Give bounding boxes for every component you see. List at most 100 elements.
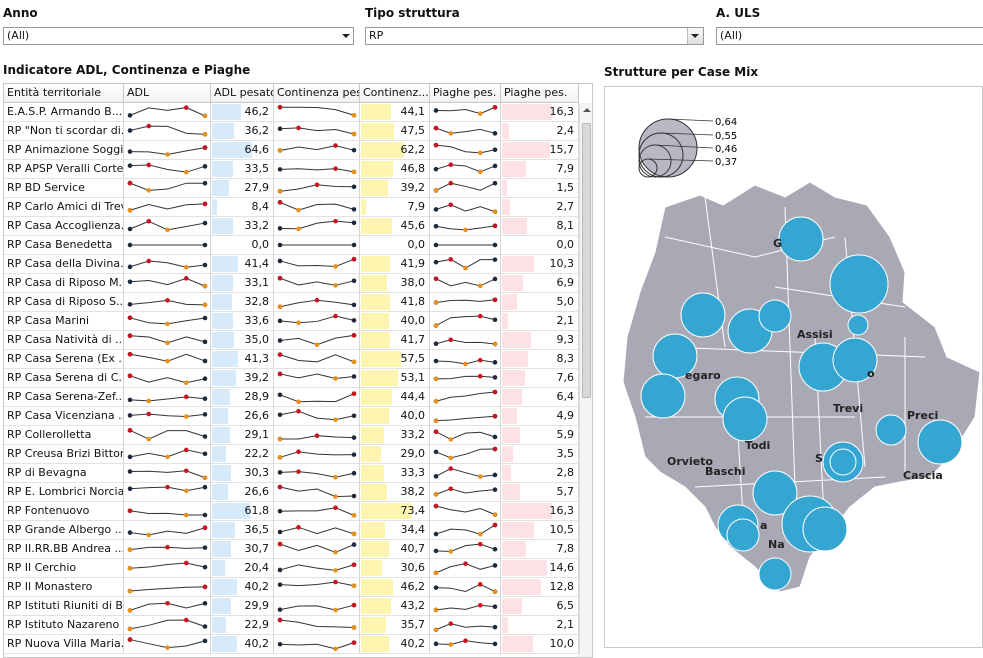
table-row[interactable]: RP II.RR.BB Andrea ... 30,7 40,7 7,8 xyxy=(4,540,579,559)
filter-anno-dropdown[interactable]: (All) xyxy=(3,27,354,45)
table-row[interactable]: E.A.S.P. Armando B... 46,2 44,1 16,3 xyxy=(4,103,579,122)
row-value-piag: 15,7 xyxy=(501,141,579,160)
legend-value: 0,46 xyxy=(715,144,737,155)
table-row[interactable]: RP Casa della Divina... 41,4 41,9 10,3 xyxy=(4,255,579,274)
table-row[interactable]: RP Casa Marini 33,6 40,0 2,1 xyxy=(4,312,579,331)
table-row[interactable]: RP APSP Veralli Cortesi 33,5 46,8 7,9 xyxy=(4,160,579,179)
column-header-4[interactable]: Continenz... xyxy=(360,84,430,103)
sparkline-point xyxy=(202,638,208,644)
row-sparkline-piag xyxy=(430,312,501,331)
sparkline-point xyxy=(448,466,454,471)
sparkline-point xyxy=(202,601,208,606)
structure-bubble[interactable] xyxy=(917,419,963,465)
row-entity-name: RP Fontenuovo xyxy=(4,502,124,521)
umbria-map-svg[interactable]: GAssisioegaroTreviPreciTodiOrvietoBaschi… xyxy=(605,87,983,648)
table-row[interactable]: RP Casa Natività di ... 35,0 41,7 9,3 xyxy=(4,331,579,350)
table-row[interactable]: RP Casa Benedetta 0,0 0,0 0,0 xyxy=(4,236,579,255)
case-mix-map[interactable]: G Assisi o egaro Trevi Preci Todi Orvieto Baschi… xyxy=(604,86,983,648)
structure-bubble[interactable] xyxy=(640,373,686,419)
sparkline-point xyxy=(477,313,483,319)
table-row[interactable]: RP Casa Serena (Ex ... 41,3 57,5 8,3 xyxy=(4,350,579,369)
row-sparkline-adl xyxy=(124,464,211,483)
sparkline-point xyxy=(333,264,338,269)
indicator-table: Entità territoriale ADL ADL pesato Continen… xyxy=(3,83,593,658)
sparkline-point xyxy=(202,376,208,382)
table-row[interactable]: RP Casa Serena di C... 39,2 53,1 7,6 xyxy=(4,369,579,388)
table-row[interactable]: RP Istituti Riuniti di B... 29,9 43,2 6,5 xyxy=(4,597,579,616)
structure-bubble[interactable] xyxy=(680,292,726,338)
sparkline-point xyxy=(448,621,454,626)
row-sparkline-adl xyxy=(124,122,211,141)
structure-bubble[interactable] xyxy=(722,396,768,442)
value-bar xyxy=(502,636,533,652)
value-bar xyxy=(361,541,390,557)
row-value-cont: 35,7 xyxy=(360,616,430,635)
table-row[interactable]: RP di Bevagna 30,3 33,3 2,8 xyxy=(4,464,579,483)
sparkline-point xyxy=(433,627,439,633)
table-row[interactable]: RP Creusa Brizi Bittoni 22,2 29,0 3,5 xyxy=(4,445,579,464)
column-header-3[interactable]: Continenza pes. xyxy=(274,84,360,103)
sparkline-point xyxy=(146,411,152,417)
structure-bubble[interactable] xyxy=(829,448,857,476)
column-header-1[interactable]: ADL xyxy=(124,84,211,103)
sparkline xyxy=(127,394,208,404)
table-row[interactable]: RP Grande Albergo ... 36,5 34,4 10,5 xyxy=(4,521,579,540)
vertical-scrollbar[interactable] xyxy=(579,103,592,657)
table-row[interactable]: RP Istituto Nazareno 22,9 35,7 2,1 xyxy=(4,616,579,635)
table-row[interactable]: RP Carlo Amici di Trevi 8,4 7,9 2,7 xyxy=(4,198,579,217)
filter-anno-value: (All) xyxy=(7,29,30,42)
scrollbar-thumb[interactable] xyxy=(582,123,591,398)
column-header-5[interactable]: Piaghe pes. xyxy=(430,84,501,103)
sparkline-point xyxy=(351,374,357,379)
structure-bubble[interactable] xyxy=(726,518,760,552)
sparkline-point xyxy=(448,131,454,136)
table-row[interactable]: RP BD Service 27,9 39,2 1,5 xyxy=(4,179,579,198)
table-row[interactable]: RP Animazione Soggi... 64,6 62,2 15,7 xyxy=(4,141,579,160)
column-header-2[interactable]: ADL pesato xyxy=(211,84,274,103)
column-header-0[interactable]: Entità territoriale xyxy=(4,84,124,103)
table-row[interactable]: RP Casa di Riposo S... 32,8 41,8 5,0 xyxy=(4,293,579,312)
scroll-up-icon[interactable] xyxy=(583,108,591,112)
table-row[interactable]: RP Nuova Villa Maria... 40,2 40,2 10,0 xyxy=(4,635,579,654)
table-row[interactable]: RP Casa di Riposo M... 33,1 38,0 6,9 xyxy=(4,274,579,293)
row-sparkline-adl xyxy=(124,217,211,236)
structure-bubble[interactable] xyxy=(758,299,792,333)
structure-bubble[interactable] xyxy=(778,216,824,262)
table-row[interactable]: RP Casa Vicenziana ... 26,6 40,0 4,9 xyxy=(4,407,579,426)
table-row[interactable]: RP Fontenuovo 61,8 73,4 16,3 xyxy=(4,502,579,521)
table-row[interactable]: RP Casa Accoglienza... 33,2 45,6 8,1 xyxy=(4,217,579,236)
table-row[interactable]: RP Il Monastero 40,2 46,2 12,8 xyxy=(4,578,579,597)
structure-bubble[interactable] xyxy=(847,314,869,336)
table-row[interactable]: RP E. Lombrici Norcia 26,6 38,2 5,7 xyxy=(4,483,579,502)
table-row[interactable]: RP Il Cerchio 20,4 30,6 14,6 xyxy=(4,559,579,578)
dropdown-button[interactable] xyxy=(687,28,703,44)
table-row[interactable]: RP "Non ti scordar di... 36,2 47,5 2,4 xyxy=(4,122,579,141)
row-value-cont: 38,2 xyxy=(360,483,430,502)
sparkline-point xyxy=(183,617,189,623)
sparkline-point xyxy=(296,207,301,213)
table-row[interactable]: RP Casa Serena-Zef... 28,9 44,4 6,4 xyxy=(4,388,579,407)
structure-bubble[interactable] xyxy=(829,254,889,314)
structure-bubble[interactable] xyxy=(802,506,848,552)
value-text: 39,2 xyxy=(400,181,426,194)
value-bar xyxy=(212,313,233,329)
row-sparkline-adl xyxy=(124,141,211,160)
value-bar xyxy=(502,351,528,367)
table-row[interactable]: RP Collerolletta 29,1 33,2 5,9 xyxy=(4,426,579,445)
column-header-6[interactable]: Piaghe pes. xyxy=(501,84,579,103)
value-bar xyxy=(361,199,367,215)
row-value-piag: 6,4 xyxy=(501,388,579,407)
row-sparkline-piag xyxy=(430,350,501,369)
structure-bubble[interactable] xyxy=(758,557,792,591)
value-text: 5,9 xyxy=(556,428,575,441)
sparkline-point xyxy=(333,474,338,480)
structure-bubble[interactable] xyxy=(875,414,907,446)
filter-tipo-dropdown[interactable]: RP xyxy=(365,27,704,45)
row-value-adl: 41,3 xyxy=(211,350,274,369)
sparkline-point xyxy=(202,512,208,518)
value-text: 43,2 xyxy=(400,599,426,612)
sparkline xyxy=(277,408,357,423)
filter-uls-dropdown[interactable]: (All) xyxy=(716,27,983,45)
value-bar xyxy=(502,104,553,120)
value-text: 33,1 xyxy=(244,276,270,289)
